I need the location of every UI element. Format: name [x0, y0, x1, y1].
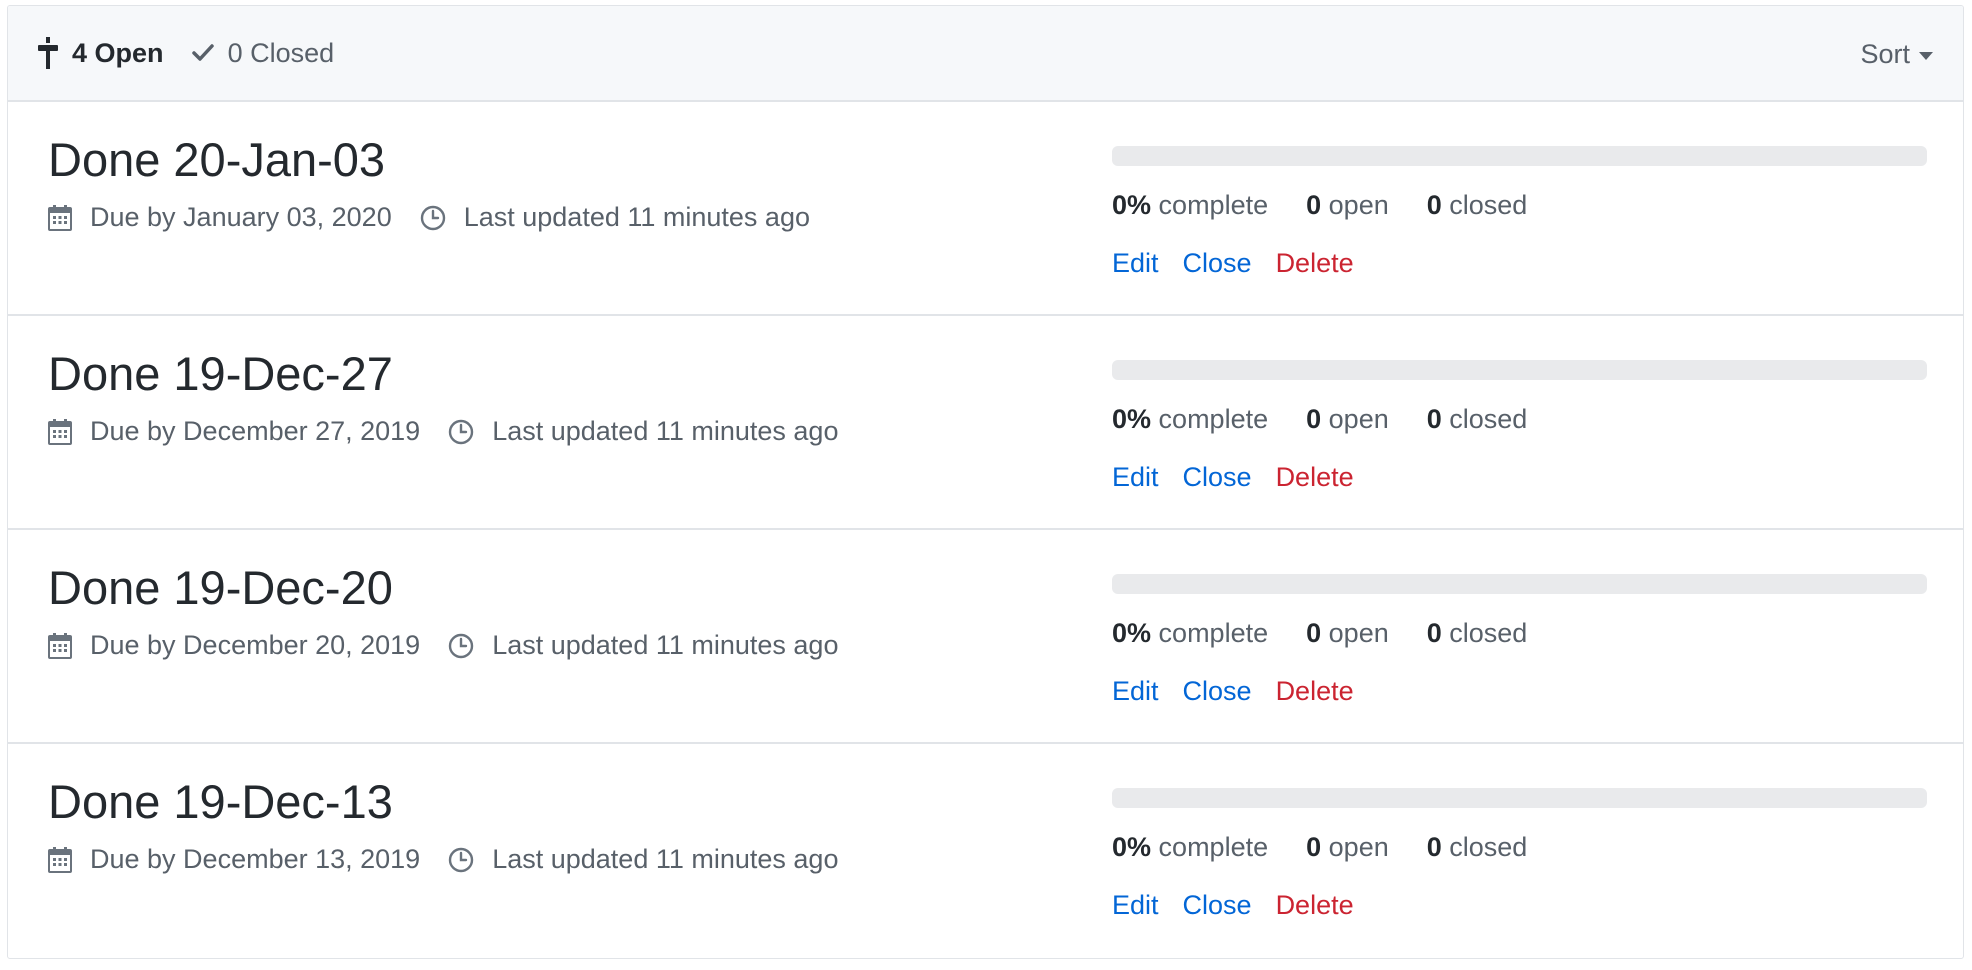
edit-link[interactable]: Edit [1112, 248, 1159, 279]
last-updated-text: Last updated 11 minutes ago [492, 630, 839, 660]
milestones-panel: 4 Open 0 Closed Sort Done 20-Jan-03 Due … [7, 5, 1964, 959]
due-date-text: Due by January 03, 2020 [90, 202, 392, 232]
last-updated-text: Last updated 11 minutes ago [463, 202, 810, 232]
milestone-meta: Due by December 27, 2019 Last updated 11… [48, 416, 866, 447]
due-date-text: Due by December 20, 2019 [90, 630, 421, 660]
milestone-actions: Edit Close Delete [1112, 248, 1378, 279]
closed-issues-count: 0 closed [1426, 404, 1528, 434]
milestone-stats: 0% complete 0 open 0 closed [1112, 190, 1565, 221]
calendar-icon [48, 846, 72, 873]
clock-icon [448, 419, 474, 445]
calendar-icon [48, 632, 72, 659]
milestone-actions: Edit Close Delete [1112, 890, 1378, 921]
milestone-title[interactable]: Done 19-Dec-13 [48, 774, 393, 829]
milestone-list: Done 20-Jan-03 Due by January 03, 2020 L… [8, 102, 1963, 958]
open-label: Open [94, 37, 164, 68]
milestone-row: Done 19-Dec-20 Due by December 20, 2019 … [8, 530, 1963, 744]
open-issues-count: 0 open [1306, 190, 1389, 220]
percent-complete: 0% complete [1112, 404, 1269, 434]
delete-link[interactable]: Delete [1276, 676, 1354, 707]
milestone-actions: Edit Close Delete [1112, 462, 1378, 493]
delete-link[interactable]: Delete [1276, 248, 1354, 279]
milestone-stats: 0% complete 0 open 0 closed [1112, 404, 1565, 435]
last-updated: Last updated 11 minutes ago [448, 844, 838, 875]
percent-complete: 0% complete [1112, 190, 1269, 220]
milestone-title[interactable]: Done 20-Jan-03 [48, 132, 385, 187]
edit-link[interactable]: Edit [1112, 462, 1159, 493]
chevron-down-icon [1919, 51, 1933, 60]
milestone-meta: Due by December 13, 2019 Last updated 11… [48, 844, 866, 875]
last-updated: Last updated 11 minutes ago [420, 202, 810, 233]
clock-icon [448, 847, 474, 873]
milestone-meta: Due by December 20, 2019 Last updated 11… [48, 630, 866, 661]
closed-issues-count: 0 closed [1426, 190, 1528, 220]
progress-bar [1112, 574, 1927, 594]
check-icon [191, 44, 214, 62]
open-count: 4 [72, 37, 88, 68]
open-milestones-tab[interactable]: 4 Open [38, 37, 164, 69]
delete-link[interactable]: Delete [1276, 890, 1354, 921]
edit-link[interactable]: Edit [1112, 890, 1159, 921]
milestone-stats: 0% complete 0 open 0 closed [1112, 618, 1565, 649]
edit-link[interactable]: Edit [1112, 676, 1159, 707]
calendar-icon [48, 204, 72, 231]
clock-icon [448, 633, 474, 659]
percent-complete: 0% complete [1112, 618, 1269, 648]
clock-icon [420, 205, 446, 231]
milestone-title[interactable]: Done 19-Dec-20 [48, 560, 393, 615]
due-date: Due by December 13, 2019 [48, 844, 420, 875]
closed-label: Closed [250, 37, 335, 68]
last-updated: Last updated 11 minutes ago [448, 416, 838, 447]
sort-label: Sort [1860, 38, 1910, 69]
delete-link[interactable]: Delete [1276, 462, 1354, 493]
milestone-stats: 0% complete 0 open 0 closed [1112, 832, 1565, 863]
open-issues-count: 0 open [1306, 832, 1389, 862]
closed-issues-count: 0 closed [1426, 832, 1528, 862]
due-date-text: Due by December 13, 2019 [90, 844, 421, 874]
open-issues-count: 0 open [1306, 404, 1389, 434]
last-updated-text: Last updated 11 minutes ago [492, 416, 839, 446]
open-issues-count: 0 open [1306, 618, 1389, 648]
milestone-row: Done 19-Dec-13 Due by December 13, 2019 … [8, 744, 1963, 958]
sort-dropdown[interactable]: Sort [1860, 6, 1933, 102]
milestone-row: Done 19-Dec-27 Due by December 27, 2019 … [8, 316, 1963, 530]
calendar-icon [48, 418, 72, 445]
milestones-header: 4 Open 0 Closed Sort [8, 6, 1963, 102]
due-date: Due by December 27, 2019 [48, 416, 420, 447]
due-date: Due by December 20, 2019 [48, 630, 420, 661]
due-date: Due by January 03, 2020 [48, 202, 392, 233]
milestone-row: Done 20-Jan-03 Due by January 03, 2020 L… [8, 102, 1963, 316]
milestone-actions: Edit Close Delete [1112, 676, 1378, 707]
progress-bar [1112, 360, 1927, 380]
closed-milestones-tab[interactable]: 0 Closed [191, 37, 335, 69]
progress-bar [1112, 146, 1927, 166]
due-date-text: Due by December 27, 2019 [90, 416, 421, 446]
percent-complete: 0% complete [1112, 832, 1269, 862]
close-link[interactable]: Close [1183, 462, 1252, 493]
milestone-meta: Due by January 03, 2020 Last updated 11 … [48, 202, 838, 233]
progress-bar [1112, 788, 1927, 808]
milestone-title[interactable]: Done 19-Dec-27 [48, 346, 393, 401]
close-link[interactable]: Close [1183, 890, 1252, 921]
close-link[interactable]: Close [1183, 248, 1252, 279]
milestone-icon [38, 37, 58, 69]
close-link[interactable]: Close [1183, 676, 1252, 707]
closed-issues-count: 0 closed [1426, 618, 1528, 648]
last-updated-text: Last updated 11 minutes ago [492, 844, 839, 874]
last-updated: Last updated 11 minutes ago [448, 630, 838, 661]
closed-count: 0 [227, 37, 243, 68]
